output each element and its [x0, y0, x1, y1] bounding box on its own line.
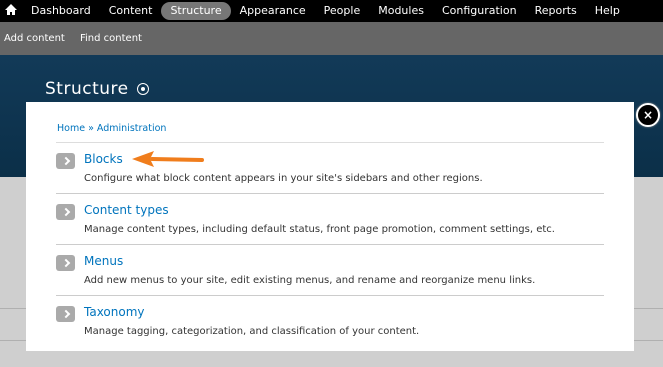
page-title: Structure	[45, 79, 129, 99]
admin-item-menus: Menus Add new menus to your site, edit e…	[56, 244, 604, 295]
item-title-link[interactable]: Menus	[84, 254, 123, 268]
add-shortcut-icon[interactable]	[137, 83, 149, 95]
menu-item-content[interactable]: Content	[100, 2, 162, 20]
menu-item-help[interactable]: Help	[586, 2, 629, 20]
menu-item-people[interactable]: People	[315, 2, 370, 20]
admin-list: Blocks Configure what block content appe…	[56, 142, 604, 346]
menu-item-dashboard[interactable]: Dashboard	[22, 2, 100, 20]
shortcut-find-content[interactable]: Find content	[80, 33, 142, 44]
menu-item-modules[interactable]: Modules	[369, 2, 433, 20]
admin-toolbar: Dashboard Content Structure Appearance P…	[0, 0, 663, 22]
item-title-link[interactable]: Taxonomy	[84, 305, 145, 319]
close-icon[interactable]: ×	[636, 103, 660, 127]
home-icon[interactable]	[4, 3, 18, 17]
shortcuts-bar: Add content Find content	[0, 22, 663, 55]
chevron-right-icon[interactable]	[56, 153, 75, 169]
annotation-arrow-icon	[132, 151, 204, 167]
divider	[0, 340, 26, 341]
item-title-link[interactable]: Content types	[84, 203, 169, 217]
shortcut-add-content[interactable]: Add content	[4, 33, 65, 44]
admin-item-content-types: Content types Manage content types, incl…	[56, 193, 604, 244]
menu-item-appearance[interactable]: Appearance	[231, 2, 315, 20]
menu-item-configuration[interactable]: Configuration	[433, 2, 526, 20]
admin-item-taxonomy: Taxonomy Manage tagging, categorization,…	[56, 295, 604, 346]
item-description: Configure what block content appears in …	[84, 173, 483, 184]
item-description: Manage content types, including default …	[84, 224, 555, 235]
chevron-right-icon[interactable]	[56, 255, 75, 271]
chevron-right-icon[interactable]	[56, 306, 75, 322]
divider	[634, 340, 663, 341]
item-description: Manage tagging, categorization, and clas…	[84, 326, 420, 337]
menu-item-structure[interactable]: Structure	[161, 2, 231, 20]
chevron-right-icon[interactable]	[56, 204, 75, 220]
menu-item-reports[interactable]: Reports	[526, 2, 586, 20]
toolbar-menu: Dashboard Content Structure Appearance P…	[22, 0, 629, 22]
divider	[634, 308, 663, 309]
divider	[0, 308, 26, 309]
item-title-link[interactable]: Blocks	[84, 152, 123, 166]
breadcrumb[interactable]: Home » Administration	[57, 123, 166, 134]
item-description: Add new menus to your site, edit existin…	[84, 275, 536, 286]
